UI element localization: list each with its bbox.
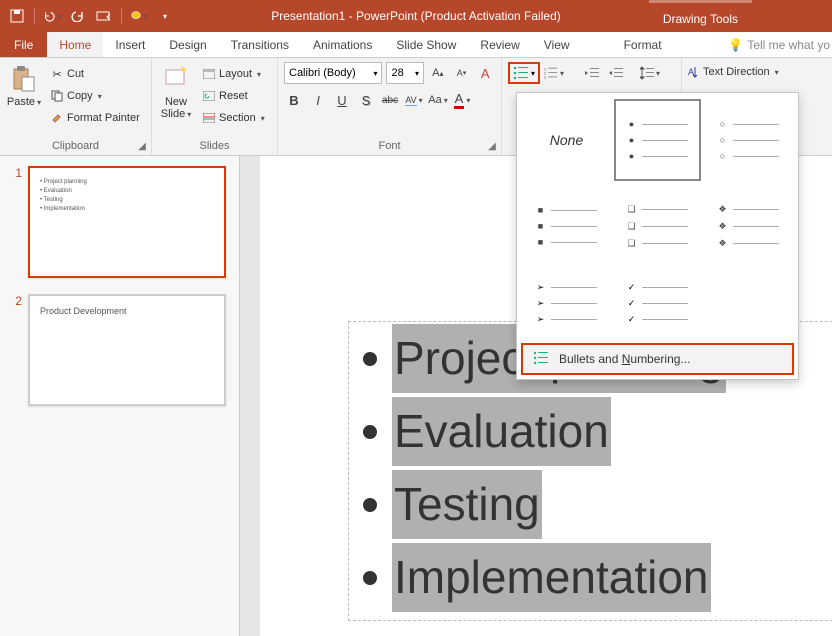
tab-file[interactable]: File xyxy=(0,32,47,57)
slide-thumbnails-pane: 1 • Project planning • Evaluation • Test… xyxy=(0,156,240,636)
reset-button[interactable]: Reset xyxy=(198,86,269,106)
text-direction-button[interactable]: A Text Direction xyxy=(682,62,783,82)
clear-formatting-icon[interactable]: A xyxy=(475,63,495,83)
bullets-numbering-label: Bullets and Numbering... xyxy=(559,352,690,366)
undo-icon[interactable] xyxy=(43,7,61,25)
paste-button[interactable]: Paste xyxy=(6,62,42,128)
bold-button[interactable]: B xyxy=(284,90,304,110)
slide-thumbnail-1[interactable]: • Project planning • Evaluation • Testin… xyxy=(28,166,226,278)
bullets-and-numbering-menu-item[interactable]: Bullets and Numbering... xyxy=(521,343,794,375)
section-button[interactable]: Section xyxy=(198,108,269,128)
thumb-number-2: 2 xyxy=(10,294,22,406)
layout-button[interactable]: Layout xyxy=(198,64,269,84)
svg-text:1: 1 xyxy=(544,67,546,71)
bullets-option-none[interactable]: None xyxy=(523,99,610,181)
bullets-option-circle[interactable]: ○ ○ ○ xyxy=(705,99,792,181)
tell-me-search[interactable]: 💡 Tell me what yo xyxy=(728,32,832,57)
bullet-item-4[interactable]: Implementation xyxy=(392,543,711,612)
font-group-label: Font xyxy=(278,137,501,155)
tab-transitions[interactable]: Transitions xyxy=(219,32,301,57)
start-from-beginning-icon[interactable] xyxy=(95,7,113,25)
tab-review[interactable]: Review xyxy=(468,32,531,57)
bulb-icon: 💡 xyxy=(728,38,743,52)
increase-font-icon[interactable]: A▴ xyxy=(428,63,448,83)
increase-indent-icon[interactable] xyxy=(606,63,626,83)
window-title: Presentation1 - PowerPoint (Product Acti… xyxy=(271,9,560,23)
text-direction-icon: A xyxy=(686,65,700,79)
thumb-number-1: 1 xyxy=(10,166,22,278)
bullets-icon xyxy=(513,66,529,80)
new-slide-label: New Slide xyxy=(158,96,194,121)
bullet-item-2[interactable]: Evaluation xyxy=(392,397,611,466)
reset-icon xyxy=(202,89,216,103)
bullets-option-disc[interactable]: ● ● ● xyxy=(614,99,701,181)
layout-icon xyxy=(202,67,216,81)
tab-slideshow[interactable]: Slide Show xyxy=(384,32,468,57)
tab-insert[interactable]: Insert xyxy=(103,32,157,57)
brush-icon xyxy=(50,111,64,125)
bullets-option-square[interactable]: ■ ■ ■ xyxy=(523,185,610,267)
new-slide-button[interactable]: New Slide xyxy=(158,62,194,128)
clipboard-launcher[interactable]: ◢ xyxy=(136,141,148,153)
cut-button[interactable]: ✂Cut xyxy=(46,64,144,84)
paste-label: Paste xyxy=(6,96,42,109)
tab-design[interactable]: Design xyxy=(157,32,218,57)
decrease-font-icon[interactable]: A▾ xyxy=(452,63,472,83)
font-launcher[interactable]: ◢ xyxy=(486,141,498,153)
font-size-combo[interactable]: 28▾ xyxy=(386,62,424,84)
bullet-item-3[interactable]: Testing xyxy=(392,470,542,539)
bullets-option-hollow-square[interactable]: ❏ ❏ ❏ xyxy=(614,185,701,267)
bullets-dropdown: None ● ● ● ○ ○ ○ ■ ■ ■ ❏ ❏ ❏ ❖ ❖ ❖ ➢ xyxy=(516,92,799,380)
slide-thumbnail-2[interactable]: Product Development xyxy=(28,294,226,406)
copy-button[interactable]: Copy xyxy=(46,86,144,106)
tab-home[interactable]: Home xyxy=(47,32,103,57)
shape-fill-quick-icon[interactable] xyxy=(130,7,148,25)
font-color-button[interactable]: A xyxy=(452,90,472,110)
shadow-button[interactable]: S xyxy=(356,90,376,110)
tell-me-label: Tell me what yo xyxy=(747,38,830,52)
tab-animations[interactable]: Animations xyxy=(301,32,384,57)
char-spacing-button[interactable]: AV xyxy=(404,90,424,110)
bullets-option-diamond[interactable]: ❖ ❖ ❖ xyxy=(705,185,792,267)
tab-view[interactable]: View xyxy=(532,32,582,57)
section-icon xyxy=(202,111,216,125)
tab-format[interactable]: Format xyxy=(612,32,674,57)
numbering-button[interactable]: 123 xyxy=(544,63,564,83)
paste-icon xyxy=(6,62,42,96)
line-spacing-icon[interactable] xyxy=(640,63,660,83)
slides-group-label: Slides xyxy=(152,137,277,155)
decrease-indent-icon[interactable] xyxy=(582,63,602,83)
svg-text:3: 3 xyxy=(544,76,546,80)
copy-icon xyxy=(50,89,64,103)
svg-text:2: 2 xyxy=(544,72,546,76)
change-case-button[interactable]: Aa xyxy=(428,90,448,110)
save-icon[interactable] xyxy=(8,7,26,25)
new-slide-icon xyxy=(158,62,194,96)
clipboard-group-label: Clipboard xyxy=(0,137,151,155)
font-name-combo[interactable]: Calibri (Body)▾ xyxy=(284,62,382,84)
qat-more-icon[interactable]: ▾ xyxy=(156,7,174,25)
scissors-icon: ✂ xyxy=(50,67,64,81)
underline-button[interactable]: U xyxy=(332,90,352,110)
bullets-option-arrow[interactable]: ➢ ➢ ➢ xyxy=(523,273,610,333)
bullets-option-check[interactable]: ✓ ✓ ✓ xyxy=(614,273,701,333)
redo-icon[interactable] xyxy=(69,7,87,25)
contextual-tab-label[interactable]: Drawing Tools xyxy=(649,0,752,32)
bullets-numbering-icon xyxy=(533,351,549,367)
bullets-button[interactable]: ▾ xyxy=(508,62,540,84)
italic-button[interactable]: I xyxy=(308,90,328,110)
strikethrough-button[interactable]: abc xyxy=(380,90,400,110)
format-painter-button[interactable]: Format Painter xyxy=(46,108,144,128)
